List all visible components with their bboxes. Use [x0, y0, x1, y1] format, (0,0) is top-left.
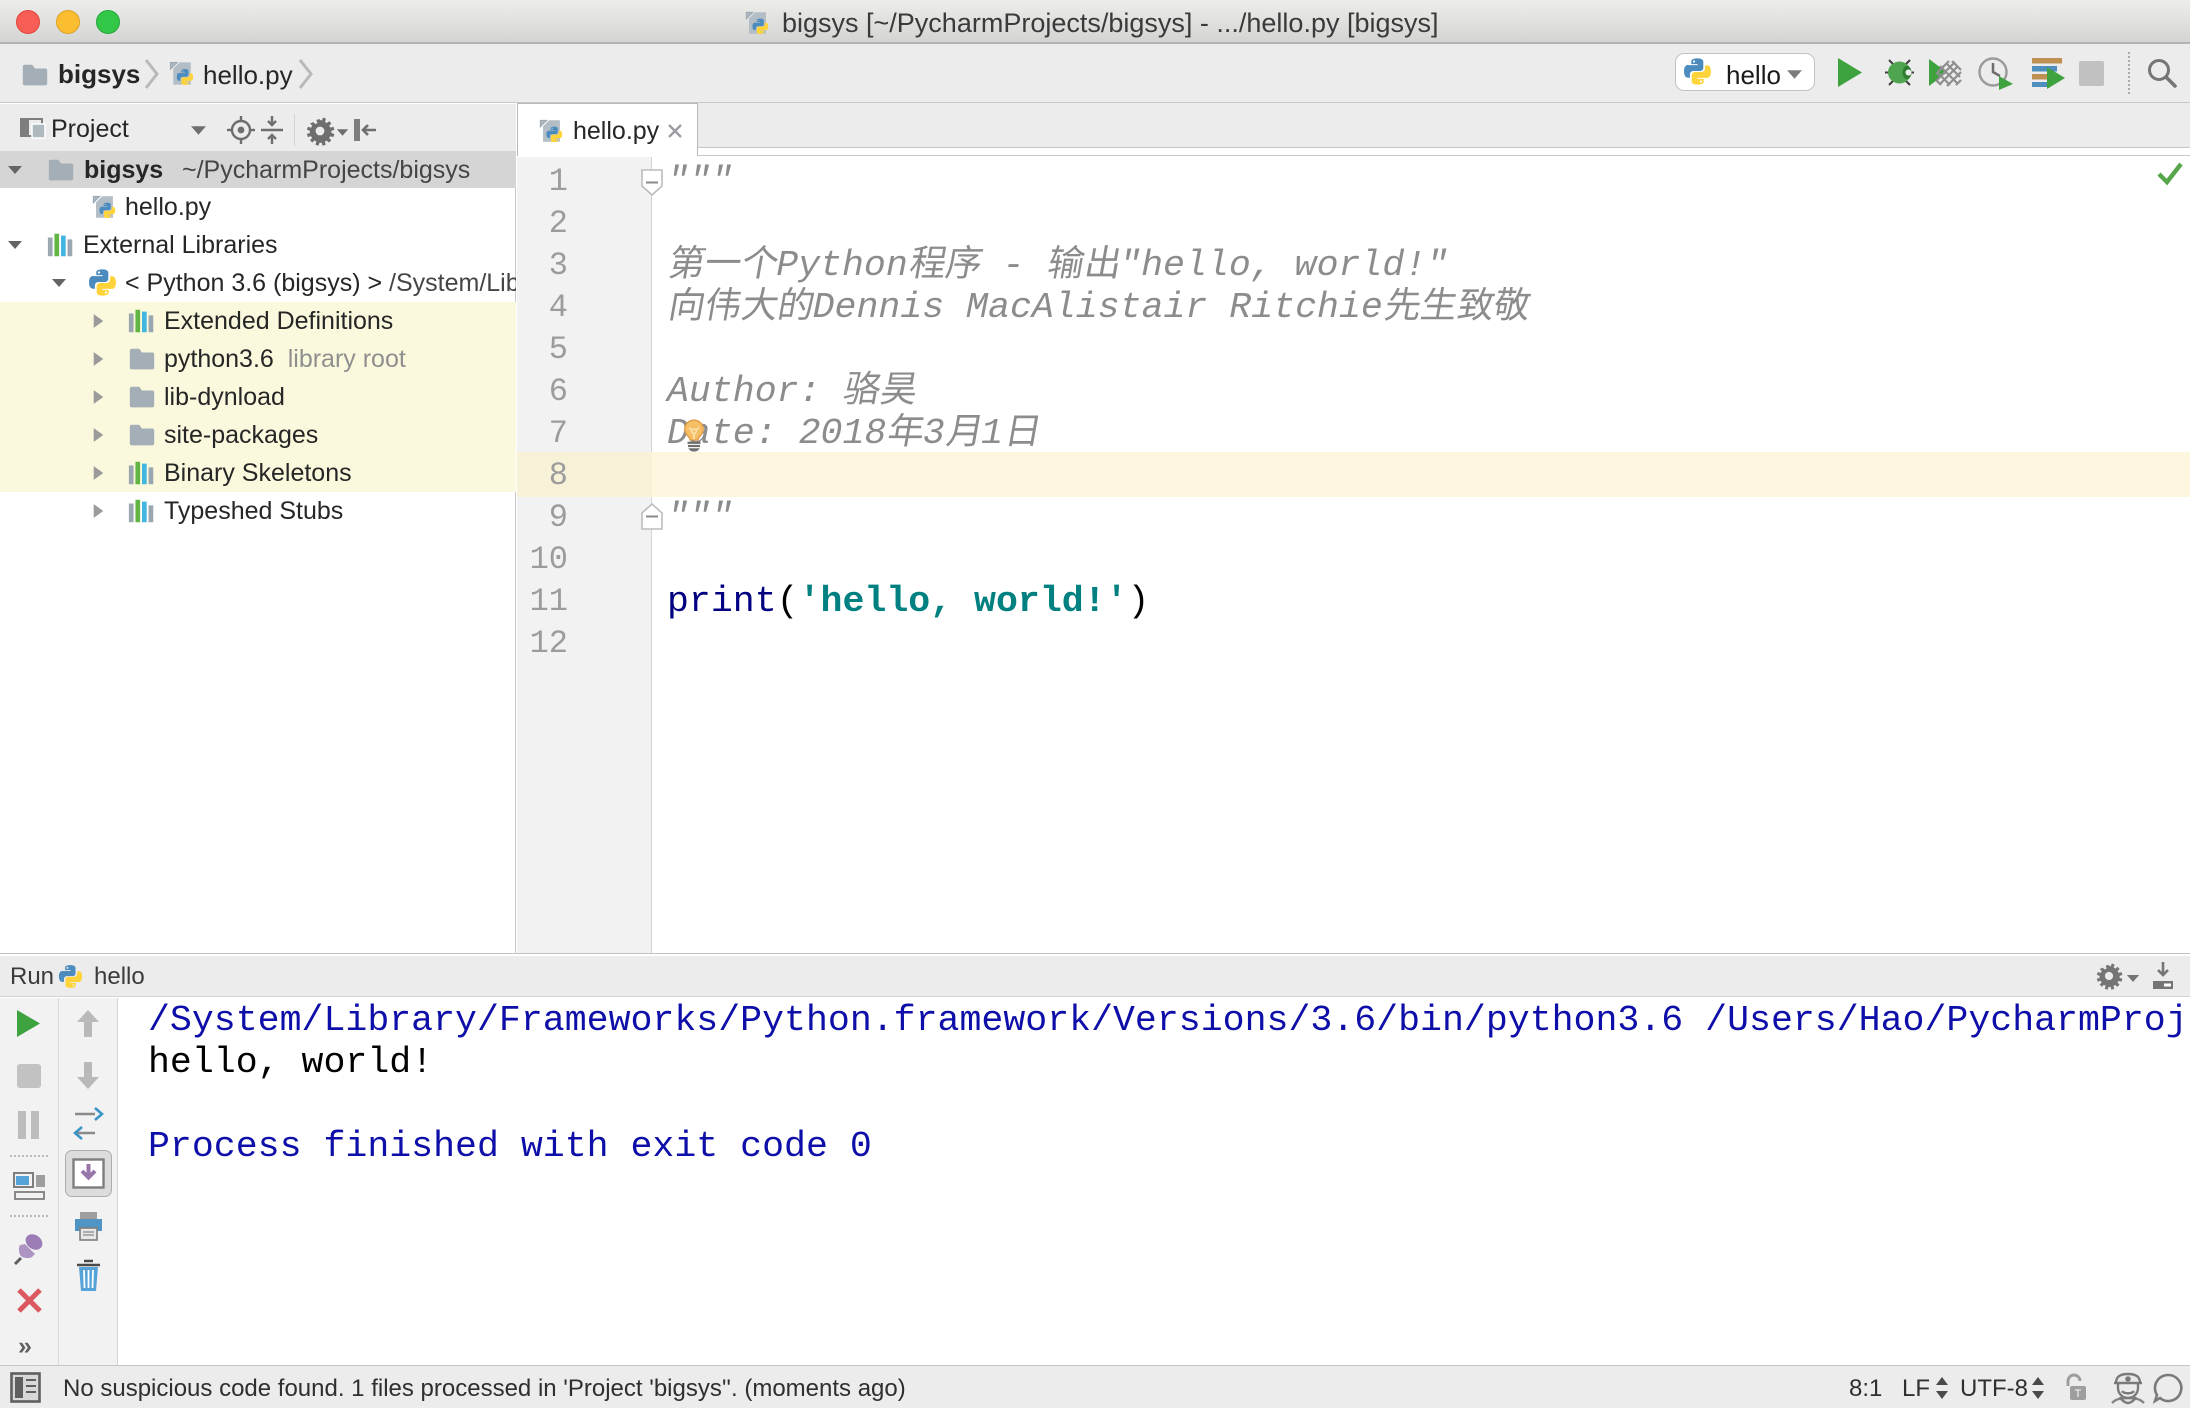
svg-text:T: T [2075, 1388, 2082, 1400]
